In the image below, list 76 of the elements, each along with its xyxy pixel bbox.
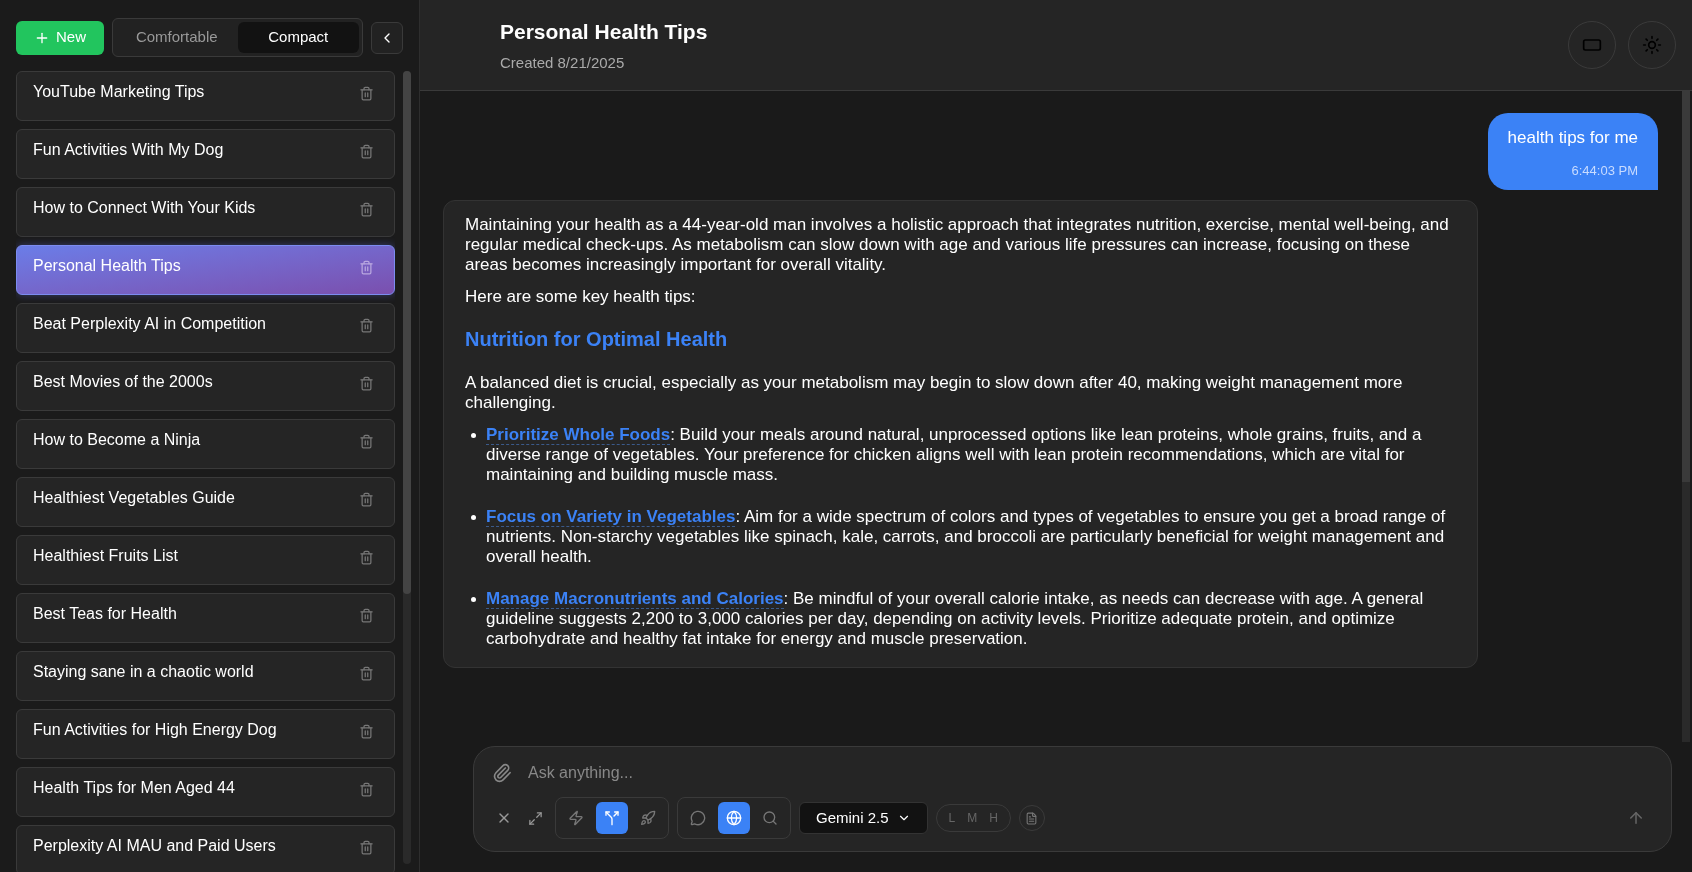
bullet-text: Manage Macronutrients and Calories: Be mindful of your overall calorie intake, as needs can decrease with age. A general guideline suggests 2,200 to 3,000 calories per day, depending on activity levels. Prioritize adequate protein, and optimize carbohydrate and healthy fat intake for energy and muscle preservation. <box>486 589 1425 649</box>
chat-title: Personal Health Tips <box>500 19 708 45</box>
conversation-title: Fun Activities for High Energy Dog <box>33 720 277 740</box>
conversation-title: Staying sane in a chaotic world <box>33 662 254 682</box>
chat-bubble-icon <box>690 810 706 826</box>
trash-icon[interactable] <box>359 666 374 681</box>
message-paragraph: Maintaining your health as a 44-year-old man involves a holistic approach that integrates nutrition, exercise, mental well-being, and regular medical check-ups. As metabolism can slow down with age and various life pressures can increase, focusing on these areas becomes increasingly important for overall vitality. <box>465 215 1450 275</box>
conversation-item[interactable]: Perplexity AI MAU and Paid Users <box>16 825 395 872</box>
trash-icon[interactable] <box>359 434 374 449</box>
trash-icon[interactable] <box>359 840 374 855</box>
conversation-item[interactable]: Healthiest Fruits List <box>16 535 395 585</box>
chat-date: Created 8/21/2025 <box>500 52 626 73</box>
split-toggle[interactable] <box>596 802 628 834</box>
conversation-title: Perplexity AI MAU and Paid Users <box>33 836 276 856</box>
send-icon[interactable] <box>1627 809 1645 827</box>
conversation-title: Personal Health Tips <box>33 256 181 276</box>
conversation-item[interactable]: How to Connect With Your Kids <box>16 187 395 237</box>
tip-link[interactable]: Manage Macronutrients and Calories <box>486 589 784 609</box>
conversation-item[interactable]: Healthiest Vegetables Guide <box>16 477 395 527</box>
collapse-button[interactable] <box>371 21 403 54</box>
trash-icon[interactable] <box>359 550 374 565</box>
model-select[interactable]: Gemini 2.5 <box>799 802 928 834</box>
split-icon <box>604 810 620 826</box>
conversation-item[interactable]: Best Movies of the 2000s <box>16 361 395 411</box>
trash-icon[interactable] <box>359 260 374 275</box>
conversation-title: Healthiest Fruits List <box>33 546 178 566</box>
message-time: 6:44:03 PM <box>1571 161 1638 180</box>
trash-icon[interactable] <box>359 608 374 623</box>
message-paragraph: A balanced diet is crucial, especially as your metabolism may begin to slow down after 40, making weight management more challenging. <box>465 373 1404 413</box>
conversation-title: Fun Activities With My Dog <box>33 140 224 160</box>
trash-icon[interactable] <box>359 492 374 507</box>
document-icon <box>1025 811 1039 825</box>
tip-link[interactable]: Prioritize Whole Foods <box>486 425 671 445</box>
conversation-item[interactable]: Fun Activities With My Dog <box>16 129 395 179</box>
conversation-item[interactable]: Beat Perplexity AI in Competition <box>16 303 395 353</box>
attach-icon[interactable] <box>492 763 512 783</box>
conversation-item[interactable]: Health Tips for Men Aged 44 <box>16 767 395 817</box>
conversation-item[interactable]: YouTube Marketing Tips <box>16 71 395 121</box>
bullet-text: Focus on Variety in Vegetables: Aim for a wide spectrum of colors and types of vegetables to ensure you get a broad range of nutrients. Non-starchy vegetables like spinach, kale, carrots, and broccoli are particularly beneficial for weight management and overall health. <box>486 507 1447 567</box>
rocket-icon <box>640 810 656 826</box>
bullet-text: Prioritize Whole Foods: Build your meals around natural, unprocessed options like lean proteins, whole grains, fruits, and a diverse range of vegetables. Your preference for chicken aligns well with lean protein recommendations, which are vital for maintaining and building muscle mass. <box>486 425 1423 485</box>
message-input[interactable]: Ask anything... <box>528 761 1653 785</box>
conversation-item[interactable]: Best Teas for Health <box>16 593 395 643</box>
conversation-title: Healthiest Vegetables Guide <box>33 488 235 508</box>
trash-icon[interactable] <box>359 86 374 101</box>
trash-icon[interactable] <box>359 202 374 217</box>
expand-icon[interactable] <box>528 810 543 826</box>
globe-icon <box>726 810 742 826</box>
search-icon <box>762 810 778 826</box>
trash-icon[interactable] <box>359 376 374 391</box>
scrollbar-thumb[interactable] <box>1682 91 1690 482</box>
user-message-text: health tips for me <box>1507 127 1638 149</box>
conversation-title: Best Movies of the 2000s <box>33 372 213 392</box>
globe-toggle[interactable] <box>718 802 750 834</box>
trash-icon[interactable] <box>359 724 374 739</box>
density-option[interactable]: Compact <box>237 22 359 53</box>
trash-icon[interactable] <box>359 318 374 333</box>
conversation-title: YouTube Marketing Tips <box>33 82 205 102</box>
conversation-title: How to Connect With Your Kids <box>33 198 256 218</box>
section-heading: Nutrition for Optimal Health <box>465 329 729 349</box>
conversation-title: Beat Perplexity AI in Competition <box>33 314 266 334</box>
conversation-title: Health Tips for Men Aged 44 <box>33 778 235 798</box>
sun-icon <box>1642 35 1662 55</box>
conversation-item[interactable]: How to Become a Ninja <box>16 419 395 469</box>
message-paragraph: Here are some key health tips: <box>465 287 697 307</box>
scrollbar-thumb[interactable] <box>403 71 411 595</box>
trash-icon[interactable] <box>359 144 374 159</box>
trash-icon[interactable] <box>359 782 374 797</box>
conversation-item[interactable]: Personal Health Tips <box>16 245 395 295</box>
conversation-item[interactable]: Fun Activities for High Energy Dog <box>16 709 395 759</box>
tip-link[interactable]: Focus on Variety in Vegetables <box>486 507 736 527</box>
lightning-icon <box>568 810 584 826</box>
conversation-item[interactable]: Staying sane in a chaotic world <box>16 651 395 701</box>
density-option[interactable]: Comfortable <box>116 22 238 53</box>
conversation-title: How to Become a Ninja <box>33 430 201 450</box>
conversation-title: Best Teas for Health <box>33 604 177 624</box>
